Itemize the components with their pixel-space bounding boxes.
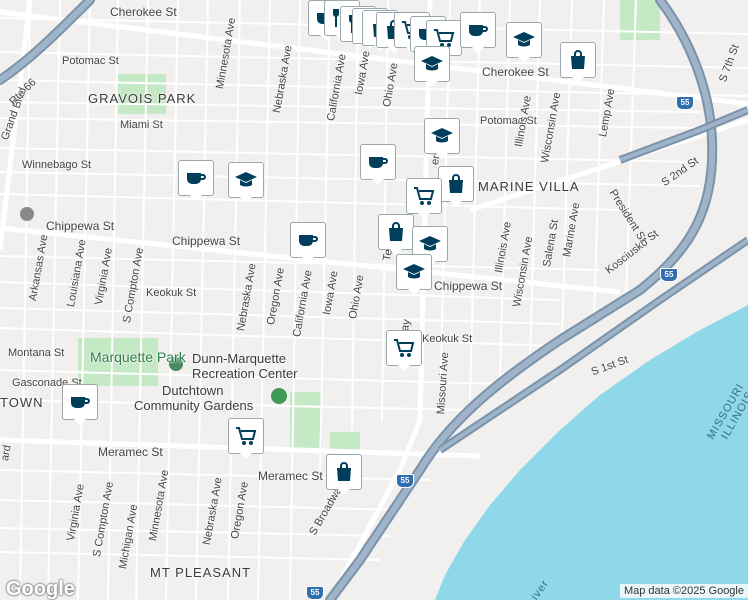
community-gardens-area bbox=[290, 392, 322, 452]
shopping-cart-icon bbox=[234, 424, 258, 448]
grocery-marker[interactable] bbox=[228, 418, 264, 460]
shopping-cart-icon bbox=[412, 184, 436, 208]
neighborhood-label: TOWN bbox=[0, 395, 44, 410]
neighborhood-label: MARINE VILLA bbox=[478, 179, 580, 194]
neighborhood-label: GRAVOIS PARK bbox=[88, 91, 197, 106]
garden-pin bbox=[271, 388, 287, 404]
cafe-marker[interactable] bbox=[62, 384, 98, 426]
interstate-shield: 55 bbox=[660, 268, 678, 282]
interstate-shield: 55 bbox=[306, 586, 324, 600]
school-marker[interactable] bbox=[414, 46, 450, 88]
poi-label[interactable]: Recreation Center bbox=[192, 367, 298, 380]
coffee-icon bbox=[296, 228, 320, 252]
map-base-layer bbox=[0, 0, 748, 600]
school-marker[interactable] bbox=[228, 162, 264, 204]
street-label: Potomac St bbox=[62, 55, 119, 67]
map-canvas[interactable]: Cherokee St Cherokee St Potomac St Potom… bbox=[0, 0, 748, 600]
park-label[interactable]: Marquette Park bbox=[90, 350, 186, 364]
interstate-shield: 55 bbox=[676, 96, 694, 110]
street-label: Chippewa St bbox=[46, 219, 115, 233]
graduation-cap-icon bbox=[430, 124, 454, 148]
street-label: Cherokee St bbox=[110, 5, 177, 19]
interstate-shield: 55 bbox=[396, 474, 414, 488]
shopping-bag-icon bbox=[444, 172, 468, 196]
graduation-cap-icon bbox=[402, 260, 426, 284]
graduation-cap-icon bbox=[234, 168, 258, 192]
cafe-marker[interactable] bbox=[360, 144, 396, 186]
shopping-bag-icon bbox=[566, 48, 590, 72]
neighborhood-label: MT PLEASANT bbox=[150, 565, 252, 580]
cafe-marker[interactable] bbox=[460, 12, 496, 54]
street-label: Chippewa St bbox=[172, 234, 241, 248]
store-marker[interactable] bbox=[560, 42, 596, 84]
coffee-icon bbox=[466, 18, 490, 42]
school-marker[interactable] bbox=[506, 22, 542, 64]
poi-label[interactable]: Dutchtown bbox=[162, 384, 223, 397]
graduation-cap-icon bbox=[418, 232, 442, 256]
poi-label[interactable]: Community Gardens bbox=[134, 399, 253, 412]
map-attribution[interactable]: Map data ©2025 Google bbox=[619, 584, 748, 598]
store-marker[interactable] bbox=[378, 214, 414, 256]
shopping-bag-icon bbox=[384, 220, 408, 244]
street-label: Meramec St bbox=[258, 469, 323, 483]
google-logo: Google bbox=[6, 578, 75, 600]
street-label: Chippewa St bbox=[434, 279, 503, 293]
street-label: Meramec St bbox=[98, 445, 163, 459]
grocery-marker[interactable] bbox=[386, 330, 422, 372]
store-marker[interactable] bbox=[438, 166, 474, 208]
graduation-cap-icon bbox=[512, 28, 536, 52]
cafe-marker[interactable] bbox=[290, 222, 326, 264]
graduation-cap-icon bbox=[420, 52, 444, 76]
street-label: Keokuk St bbox=[146, 287, 197, 299]
museum-pin bbox=[20, 207, 34, 221]
poi-label[interactable]: Dunn-Marquette bbox=[192, 352, 286, 365]
store-marker[interactable] bbox=[326, 454, 362, 496]
coffee-icon bbox=[184, 166, 208, 190]
coffee-icon bbox=[68, 390, 92, 414]
shopping-cart-icon bbox=[392, 336, 416, 360]
street-label: Montana St bbox=[8, 347, 65, 359]
school-marker[interactable] bbox=[424, 118, 460, 160]
park-area-ne bbox=[620, 0, 660, 40]
shopping-bag-icon bbox=[332, 460, 356, 484]
coffee-icon bbox=[366, 150, 390, 174]
cafe-marker[interactable] bbox=[178, 160, 214, 202]
school-marker[interactable] bbox=[396, 254, 432, 296]
street-label: Winnebago St bbox=[22, 159, 92, 171]
street-label: Keokuk St bbox=[422, 333, 473, 345]
street-label: Miami St bbox=[120, 119, 163, 131]
street-label: Cherokee St bbox=[482, 65, 549, 79]
